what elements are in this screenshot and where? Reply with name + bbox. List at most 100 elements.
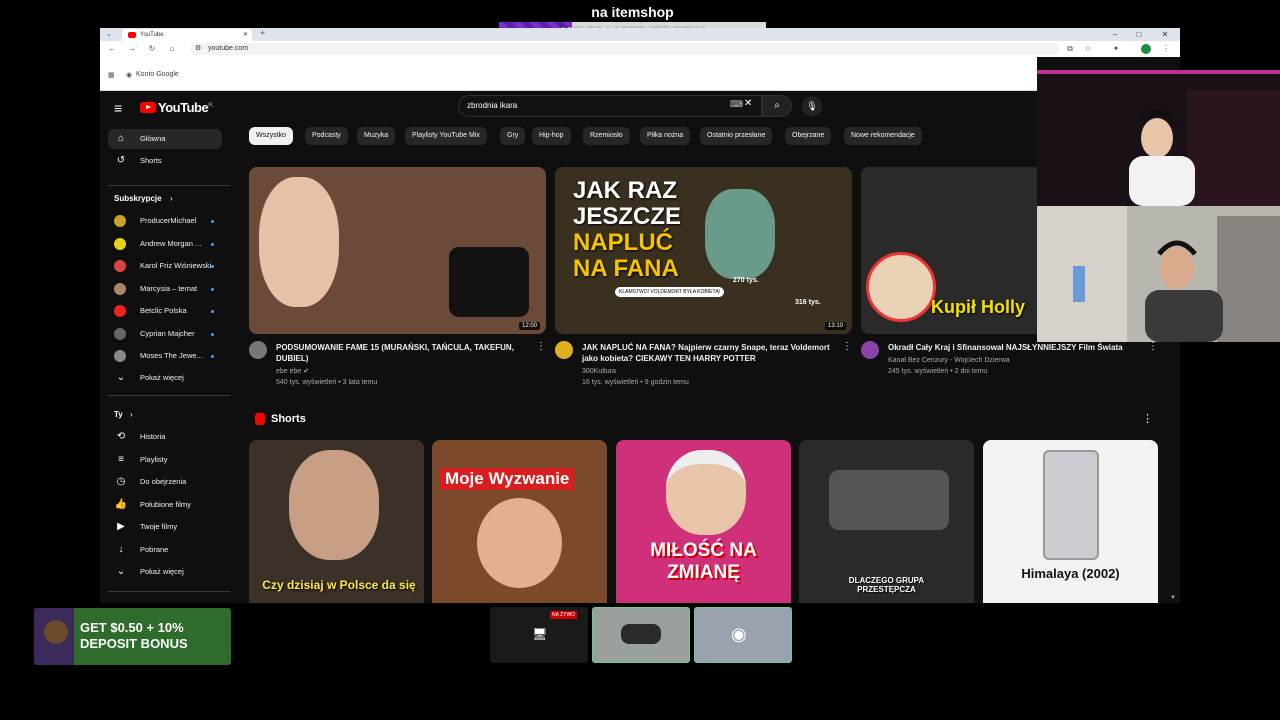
chip-1[interactable]: Podcasty <box>305 127 348 145</box>
bookmark-konto-google[interactable]: Konto Google <box>136 71 179 78</box>
video-title[interactable]: JAK NAPLUĆ NA FANA? Najpierw czarny Snap… <box>582 342 842 364</box>
new-content-dot <box>211 355 214 358</box>
scene-tile-discord[interactable]: ◉ <box>694 607 792 663</box>
short-card[interactable]: MIŁOŚĆ NA ZMIANĘ <box>616 440 791 603</box>
apps-grid-icon[interactable]: ▦ <box>108 71 115 79</box>
goal-label: na itemshop <box>591 4 674 20</box>
channel-avatar[interactable] <box>249 341 267 359</box>
tab-search-icon[interactable]: ⌄ <box>106 30 112 38</box>
bookmarks-bar: ▦ ◉ Konto Google <box>100 57 1037 91</box>
chip-0[interactable]: Wszystko <box>249 127 293 145</box>
sidebar-item-your-videos[interactable]: ▶ Twoje filmy <box>108 517 222 537</box>
scroll-down-arrow-icon[interactable]: ▼ <box>1170 595 1176 601</box>
chip-4[interactable]: Gry <box>500 127 526 145</box>
sidebar-subscription[interactable]: Marcysia – temat <box>108 279 222 299</box>
sidebar-item-liked[interactable]: 👍 Polubione filmy <box>108 495 222 515</box>
minimize-button[interactable]: – <box>1106 28 1124 41</box>
shorts-more-icon[interactable]: ⋮ <box>1142 412 1153 425</box>
sidebar-item-label: Betclic Polska <box>140 306 187 315</box>
sidebar-item-playlists[interactable]: ≡ Playlisty <box>108 450 222 470</box>
clear-search-icon[interactable]: ✕ <box>744 98 752 109</box>
sidebar-subscription[interactable]: Karol Friz Wiśniewski <box>108 256 222 276</box>
keyboard-icon[interactable]: ⌨ <box>730 99 743 110</box>
watch-later-icon: ◷ <box>116 476 126 487</box>
youtube-logo[interactable]: YouTubePL <box>140 100 214 115</box>
video-more-icon[interactable]: ⋮ <box>1148 341 1158 352</box>
tab-title: YouTube <box>140 32 164 38</box>
chip-3[interactable]: Playlisty YouTube Mix <box>405 127 487 145</box>
chip-8[interactable]: Ostatnio przesłane <box>700 127 773 145</box>
sidebar-item-label: Twoje filmy <box>140 522 178 531</box>
search-input[interactable]: zbrodnia ikara <box>458 95 762 117</box>
chip-6[interactable]: Rzemiosło <box>583 127 630 145</box>
reload-icon[interactable]: ↻ <box>146 43 158 55</box>
sidebar-subscription[interactable]: ProducerMichael <box>108 211 222 231</box>
playlists-icon: ≡ <box>118 453 124 465</box>
hamburger-menu-icon[interactable]: ≡ <box>114 100 122 116</box>
liked-icon: 👍 <box>114 498 128 510</box>
tab-close-icon[interactable]: ✕ <box>243 29 248 41</box>
sidebar-item-history[interactable]: ⟲ Historia <box>108 427 222 447</box>
voice-search-button[interactable]: 🎙 <box>802 96 822 116</box>
chip-9[interactable]: Obejrzane <box>785 127 832 145</box>
video-more-icon[interactable]: ⋮ <box>842 341 852 352</box>
face-circle <box>866 252 936 322</box>
maximize-button[interactable]: □ <box>1130 28 1148 41</box>
short-card[interactable]: Himalaya (2002) <box>983 440 1158 603</box>
site-info-icon[interactable]: ⚙ <box>195 43 201 55</box>
video-title[interactable]: PODSUMOWANIE FAME 15 (MURAŃSKI, TAŃCULA,… <box>276 342 536 364</box>
short-card[interactable]: Czy dzisiaj w Polsce da się <box>249 440 424 603</box>
scene-tile-car[interactable] <box>592 607 690 663</box>
browser-menu-icon[interactable]: ⋮ <box>1160 43 1172 55</box>
install-icon[interactable]: ⧉ <box>1064 43 1076 55</box>
video-title[interactable]: Okradł Cały Kraj i Sfinansował NAJSŁYNNI… <box>888 342 1148 353</box>
new-tab-button[interactable]: + <box>260 28 265 38</box>
sidebar-item-download[interactable]: ↓ Pobrane <box>108 540 222 560</box>
sidebar-item-label: Andrew Morgan ... <box>140 238 202 248</box>
tab-youtube[interactable]: YouTube ✕ <box>122 29 252 41</box>
shorts-section-title: Shorts <box>271 413 306 425</box>
dislikes-count: 316 tys. <box>795 299 821 306</box>
home-button-icon[interactable]: ⌂ <box>166 43 178 55</box>
search-button[interactable]: ⌕ <box>762 95 792 117</box>
chip-2[interactable]: Muzyka <box>357 127 396 145</box>
chip-5[interactable]: Hip-hop <box>532 127 571 145</box>
scene-tile-stream[interactable]: NA ŻYWO 🖥 <box>490 607 588 663</box>
video-channel[interactable]: Kanał Bez Cenzury - Wojciech Dzierwa <box>888 355 1148 366</box>
video-channel[interactable]: ebe ebe ✔ <box>276 366 536 377</box>
deposit-bonus-ad[interactable]: GET $0.50 + 10% DEPOSIT BONUS <box>34 608 231 665</box>
show-more-button[interactable]: ⌄ Pokaż więcej <box>108 368 222 388</box>
show-more-button[interactable]: ⌄ Pokaż więcej <box>108 562 222 582</box>
sidebar-item-home[interactable]: ⌂ Główna <box>108 129 222 149</box>
chip-7[interactable]: Piłka nożna <box>640 127 691 145</box>
address-bar[interactable]: ⚙ youtube.com <box>190 43 1060 55</box>
browser-window: ⌄ YouTube ✕ + – □ ✕ ← → ↻ ⌂ ⚙ youtube.co… <box>100 28 1180 603</box>
profile-avatar[interactable] <box>1141 44 1151 54</box>
video-more-icon[interactable]: ⋮ <box>536 341 546 352</box>
new-content-dot <box>211 310 214 313</box>
video-thumbnail[interactable]: 12:00 <box>249 167 546 334</box>
channel-avatar[interactable] <box>555 341 573 359</box>
subscriptions-header[interactable]: Subskrypcje <box>114 194 162 203</box>
short-card[interactable]: Moje Wyzwanie <box>432 440 607 603</box>
short-card[interactable]: DLACZEGO GRUPA PRZESTĘPCZA <box>799 440 974 603</box>
close-window-button[interactable]: ✕ <box>1156 28 1174 41</box>
forward-icon[interactable]: → <box>126 43 138 55</box>
bookmark-star-icon[interactable]: ☆ <box>1082 43 1094 55</box>
extensions-icon[interactable]: ✦ <box>1110 43 1122 55</box>
channel-avatar[interactable] <box>861 341 879 359</box>
short-caption: DLACZEGO GRUPA PRZESTĘPCZA <box>848 576 925 594</box>
back-icon[interactable]: ← <box>106 43 118 55</box>
sidebar-subscription[interactable]: Moses The Jewe... <box>108 346 222 366</box>
you-header[interactable]: Ty <box>114 410 123 419</box>
shorts-icon: ↺ <box>116 155 126 166</box>
video-channel[interactable]: 300Kultura <box>582 366 842 377</box>
thumbnail-text: JAK RAZ <box>573 177 678 204</box>
chip-10[interactable]: Nowe rekomendacje <box>844 127 922 145</box>
video-thumbnail[interactable]: JAK RAZ JESZCZE NAPLUĆ NA FANA KLAMSTWO! VOL… <box>555 167 852 334</box>
sidebar-item-shorts[interactable]: ↺ Shorts <box>108 151 222 171</box>
sidebar-subscription[interactable]: Andrew Morgan ... <box>108 234 222 254</box>
sidebar-item-watch-later[interactable]: ◷ Do obejrzenia <box>108 472 222 492</box>
sidebar-subscription[interactable]: Betclic Polska <box>108 301 222 321</box>
sidebar-subscription[interactable]: Cyprian Majcher <box>108 324 222 344</box>
